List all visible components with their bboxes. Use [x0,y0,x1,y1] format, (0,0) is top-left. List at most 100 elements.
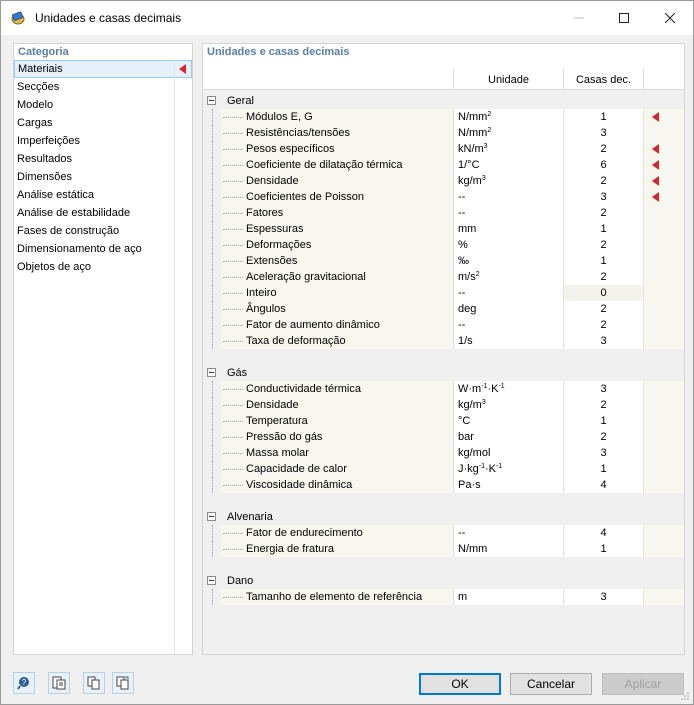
collapse-icon[interactable] [207,512,216,521]
decimals-cell[interactable]: 3 [563,381,643,397]
unit-cell[interactable]: kg/m3 [453,397,563,413]
unit-cell[interactable]: 1/s [453,333,563,349]
unit-cell[interactable]: -- [453,189,563,205]
decimals-cell[interactable]: 3 [563,589,643,605]
tree-connector [223,229,243,230]
unit-cell[interactable]: kg/m3 [453,173,563,189]
flag-cell [643,205,684,221]
unit-cell[interactable]: N/mm2 [453,125,563,141]
decimals-cell[interactable]: 3 [563,189,643,205]
unit-cell[interactable]: kN/m3 [453,141,563,157]
unit-cell[interactable]: ‰ [453,253,563,269]
apply-button[interactable]: Aplicar [602,673,684,695]
unit-cell[interactable]: deg [453,301,563,317]
decimals-cell[interactable]: 1 [563,221,643,237]
category-item[interactable]: Imperfeições [14,132,192,150]
quantity-name: Coeficiente de dilatação térmica [246,159,403,171]
unit-cell[interactable]: kg/mol [453,445,563,461]
unit-value: N/mm [458,543,488,555]
category-item[interactable]: Análise estática [14,186,192,204]
decimals-cell[interactable]: 2 [563,397,643,413]
decimals-cell[interactable]: 2 [563,237,643,253]
unit-cell[interactable]: W·m-1·K-1 [453,381,563,397]
unit-cell[interactable]: Pa·s [453,477,563,493]
unit-cell[interactable]: bar [453,429,563,445]
flag-cell [643,525,684,541]
unit-cell[interactable]: % [453,237,563,253]
category-item[interactable]: Materiais [14,60,192,78]
resize-grip-icon[interactable] [680,691,690,701]
decimals-cell[interactable]: 1 [563,413,643,429]
unit-cell[interactable]: -- [453,525,563,541]
unit-cell[interactable]: J·kg-1·K-1 [453,461,563,477]
maximize-button[interactable] [601,1,647,35]
category-header: Categoria [18,46,69,58]
collapse-icon[interactable] [207,368,216,377]
unit-cell[interactable]: m/s2 [453,269,563,285]
tree-connector [223,149,243,150]
decimals-cell[interactable]: 1 [563,461,643,477]
category-item[interactable]: Dimensões [14,168,192,186]
category-item[interactable]: Fases de construção [14,222,192,240]
category-item[interactable]: Objetos de aço [14,258,192,276]
quantity-name: Inteiro [246,287,277,299]
decimals-cell[interactable]: 2 [563,269,643,285]
tree-line [212,461,221,477]
column-header-decimals[interactable]: Casas dec. [563,69,643,90]
cancel-button[interactable]: Cancelar [510,673,592,695]
decimals-cell[interactable]: 6 [563,157,643,173]
unit-cell[interactable]: N/mm [453,541,563,557]
decimals-cell[interactable]: 2 [563,317,643,333]
minimize-button[interactable] [556,1,602,35]
category-item[interactable]: Modelo [14,96,192,114]
flag-cell [643,589,684,605]
help-button[interactable]: ? [13,672,35,694]
decimals-cell[interactable]: 2 [563,301,643,317]
ok-button[interactable]: OK [419,673,501,695]
unit-value: -- [458,207,466,219]
decimals-cell[interactable]: 3 [563,445,643,461]
decimals-cell[interactable]: 2 [563,205,643,221]
collapse-icon[interactable] [207,96,216,105]
decimals-cell[interactable]: 2 [563,173,643,189]
unit-cell[interactable]: -- [453,317,563,333]
unit-cell[interactable]: 1/°C [453,157,563,173]
category-item[interactable]: Resultados [14,150,192,168]
units-header: Unidades e casas decimais [207,46,350,58]
unit-cell[interactable]: °C [453,413,563,429]
unit-cell[interactable]: -- [453,285,563,301]
category-item[interactable]: Cargas [14,114,192,132]
decimals-cell[interactable]: 3 [563,125,643,141]
tree-connector [223,533,243,534]
collapse-icon[interactable] [207,576,216,585]
quantity-name: Pressão do gás [246,431,323,443]
close-button[interactable] [647,1,693,35]
unit-cell[interactable]: N/mm2 [453,109,563,125]
quantity-name: Aceleração gravitacional [246,271,366,283]
quantity-name: Tamanho de elemento de referência [246,591,423,603]
units-table-button[interactable] [48,672,70,694]
tree-connector [223,261,243,262]
category-item-label: Fases de construção [17,225,120,237]
unit-cell[interactable]: mm [453,221,563,237]
decimals-cell[interactable]: 1 [563,253,643,269]
unit-cell[interactable]: m [453,589,563,605]
unit-value: 1/s [458,335,473,347]
decimals-cell[interactable]: 1 [563,541,643,557]
category-item[interactable]: Análise de estabilidade [14,204,192,222]
unit-value: -- [458,287,466,299]
decimals-cell[interactable]: 4 [563,525,643,541]
category-item[interactable]: Dimensionamento de aço [14,240,192,258]
decimals-cell[interactable]: 4 [563,477,643,493]
decimals-cell[interactable]: 3 [563,333,643,349]
decimals-cell[interactable]: 2 [563,429,643,445]
tree-line [212,445,221,461]
paste-settings-button[interactable] [112,672,134,694]
decimals-cell[interactable]: 2 [563,141,643,157]
column-header-unit[interactable]: Unidade [453,69,563,90]
category-item[interactable]: Secções [14,78,192,96]
decimals-cell[interactable]: 1 [563,109,643,125]
unit-cell[interactable]: -- [453,205,563,221]
flag-cell [643,109,684,125]
copy-settings-button[interactable] [83,672,105,694]
